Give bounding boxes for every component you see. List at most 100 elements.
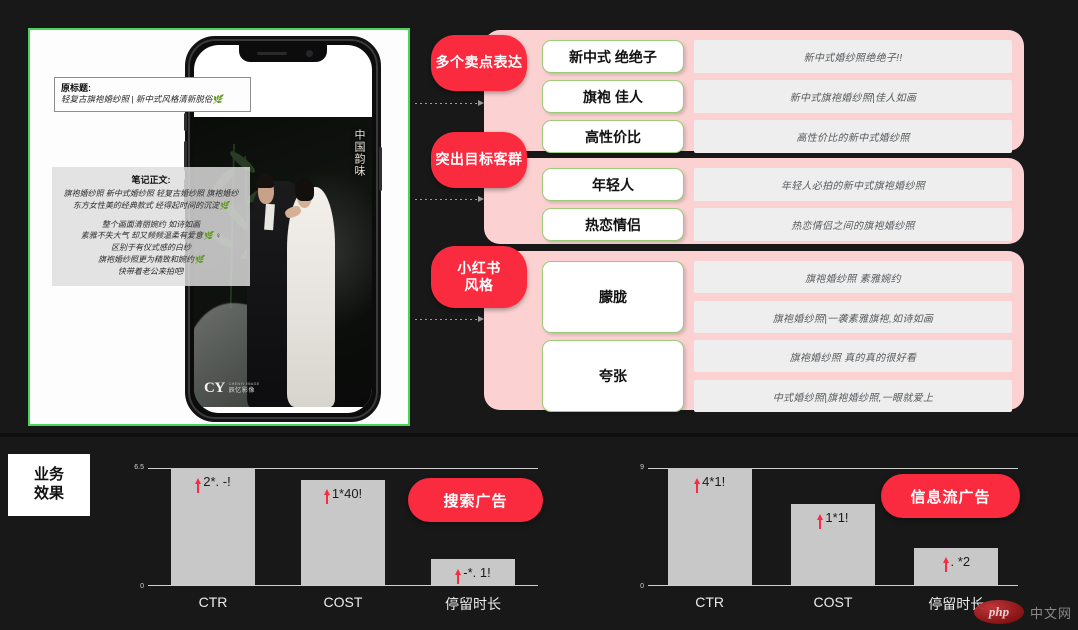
original-title-value: 轻复古旗袍婚纱照 | 新中式风格清新脱俗🌿 xyxy=(61,94,224,105)
bar-dwell-time: -*. 1! xyxy=(431,559,515,585)
badge-line-2: 效果 xyxy=(33,485,64,502)
note-body-line: 素雅不失大气 却又频频温柔有爱意🌿 ♀ xyxy=(80,231,222,241)
pill-target-audience: 突出目标客群 xyxy=(431,132,527,188)
group-key-label: 年轻人 xyxy=(542,168,684,201)
watermark-text: 中文网 xyxy=(1029,605,1072,621)
group-row: 朦胧 旗袍婚纱照 素雅婉约 旗袍婚纱照|一袭素雅旗袍,如诗如画 xyxy=(542,261,1012,333)
x-label-cost: COST xyxy=(323,594,363,610)
bar-value-label: 2*. -! xyxy=(195,474,231,493)
groom-hair xyxy=(256,173,275,189)
copy-variant[interactable]: 年轻人必拍的新中式旗袍婚纱照 xyxy=(694,168,1012,201)
business-results-section: 业务 效果 6.5 0 2*. -! 1*40! -*. 1! CTR COST… xyxy=(0,440,1078,630)
php-logo-icon: php xyxy=(973,600,1024,624)
bar-ctr: 4*1! xyxy=(667,468,752,585)
y-axis-max-tick: 6.5 xyxy=(134,464,144,471)
bar-cost: 1*1! xyxy=(790,504,875,585)
bar-slot: 1*40! xyxy=(278,468,408,585)
photo-vertical-caption: 中国韵味 xyxy=(353,129,365,177)
copy-variant[interactable]: 高性价比的新中式婚纱照 xyxy=(694,120,1012,153)
connector-arrow-icon xyxy=(478,99,484,106)
connector-line-target-audience xyxy=(415,199,481,200)
note-body-line: 东方女性美的经典款式 经得起时间的沉淀🌿 xyxy=(72,200,230,210)
phone-power-button xyxy=(379,147,382,191)
watermark: php 中文网 xyxy=(973,600,1072,624)
x-label-ctr: CTR xyxy=(695,594,725,610)
chart-feed-ads: 9 0 4*1! 1*1! . *2 CTR COST 停留时长 信息流广告 xyxy=(618,452,1020,620)
up-arrow-icon xyxy=(455,568,462,584)
group-row: 年轻人 年轻人必拍的新中式旗袍婚纱照 xyxy=(542,168,1012,201)
infographic-canvas: 中国韵味 CY CHENYI IMAGE 辰忆影像 原标题: 轻复古旗袍婚纱照 … xyxy=(0,0,1078,630)
original-title-callout: 原标题: 轻复古旗袍婚纱照 | 新中式风格清新脱俗🌿 xyxy=(54,77,251,112)
note-body-line: 区别于有仪式感的白纱 xyxy=(111,243,191,253)
business-results-badge: 业务 效果 xyxy=(8,454,90,516)
up-arrow-icon xyxy=(195,477,202,493)
x-label-cost: COST xyxy=(813,594,853,610)
note-body-line: 快带着老公来拍吧! xyxy=(117,266,185,276)
copy-variant[interactable]: 旗袍婚纱照 素雅婉约 xyxy=(694,261,1012,293)
pill-xhs-style-line1: 小红书 xyxy=(457,259,501,276)
note-body-label: 笔记正文: xyxy=(131,175,171,185)
phone-mute-button xyxy=(184,113,187,131)
group-row: 热恋情侣 热恋情侣之间的旗袍婚纱照 xyxy=(542,208,1012,241)
bar-value-label: 1*1! xyxy=(817,510,849,529)
group-row: 高性价比 高性价比的新中式婚纱照 xyxy=(542,120,1012,153)
y-axis-min-tick: 0 xyxy=(640,583,644,590)
studio-logo-mark: CY xyxy=(204,380,225,396)
x-label-ctr: CTR xyxy=(198,594,228,610)
original-title-label: 原标题: xyxy=(61,83,91,93)
group-key-label: 夸张 xyxy=(542,340,684,412)
copy-variant[interactable]: 新中式旗袍婚纱照|佳人如画 xyxy=(694,80,1012,113)
note-body-spacer xyxy=(58,212,244,219)
bar-slot: 2*. -! xyxy=(148,468,278,585)
group-key-label: 高性价比 xyxy=(542,120,684,153)
bar-value-label: 1*40! xyxy=(323,486,362,505)
copy-variant[interactable]: 中式婚纱照|旗袍婚纱照,一眼就爱上 xyxy=(694,380,1012,412)
group-selling-points: 新中式 绝绝子 新中式婚纱照绝绝子!! 旗袍 佳人 新中式旗袍婚纱照|佳人如画 … xyxy=(484,30,1024,153)
chart-x-labels: CTR COST 停留时长 xyxy=(648,594,1018,614)
bar-slot: 4*1! xyxy=(648,468,771,585)
pill-selling-points: 多个卖点表达 xyxy=(431,35,527,91)
group-target-audience: 年轻人 年轻人必拍的新中式旗袍婚纱照 热恋情侣 热恋情侣之间的旗袍婚纱照 xyxy=(484,158,1024,244)
connector-arrow-icon xyxy=(478,315,484,322)
group-row: 夸张 旗袍婚纱照 真的真的很好看 中式婚纱照|旗袍婚纱照,一眼就爱上 xyxy=(542,340,1012,412)
pill-xhs-style: 小红书 风格 xyxy=(431,246,527,308)
chart-baseline xyxy=(148,585,538,586)
tag-feed-ads: 信息流广告 xyxy=(881,474,1020,518)
tag-search-ads: 搜索广告 xyxy=(408,478,543,522)
note-body-line: 旗袍婚纱照更为精致和婉约🌿 xyxy=(98,255,204,265)
front-camera-icon xyxy=(306,50,313,57)
y-axis-min-tick: 0 xyxy=(140,583,144,590)
bar-cost: 1*40! xyxy=(301,479,385,585)
note-body-line: 旗袍婚纱照 新中式婚纱照 轻复古婚纱照 旗袍婚纱 xyxy=(63,189,239,198)
group-key-label: 旗袍 佳人 xyxy=(542,80,684,113)
pill-xhs-style-line2: 风格 xyxy=(464,277,494,293)
note-body-callout: 笔记正文: 旗袍婚纱照 新中式婚纱照 轻复古婚纱照 旗袍婚纱 东方女性美的经典款… xyxy=(52,167,250,286)
chart-x-labels: CTR COST 停留时长 xyxy=(148,594,538,614)
group-key-label: 新中式 绝绝子 xyxy=(542,40,684,73)
chart-search-ads: 6.5 0 2*. -! 1*40! -*. 1! CTR COST 停留时长 … xyxy=(118,452,543,620)
group-key-label: 朦胧 xyxy=(542,261,684,333)
copy-variant[interactable]: 旗袍婚纱照|一袭素雅旗袍,如诗如画 xyxy=(694,301,1012,333)
copy-variant[interactable]: 旗袍婚纱照 真的真的很好看 xyxy=(694,340,1012,372)
speaker-icon xyxy=(257,52,287,55)
bride-hair xyxy=(294,177,315,202)
studio-logo: CY CHENYI IMAGE 辰忆影像 xyxy=(204,380,260,397)
bar-dwell-time: . *2 xyxy=(914,547,999,585)
studio-logo-cn: 辰忆影像 xyxy=(228,387,256,394)
copy-variant[interactable]: 新中式婚纱照绝绝子!! xyxy=(694,40,1012,73)
phone-mockup-panel: 中国韵味 CY CHENYI IMAGE 辰忆影像 原标题: 轻复古旗袍婚纱照 … xyxy=(28,28,410,426)
group-xhs-style: 朦胧 旗袍婚纱照 素雅婉约 旗袍婚纱照|一袭素雅旗袍,如诗如画 夸张 旗袍婚纱照… xyxy=(484,251,1024,412)
connector-line-xhs-style xyxy=(415,319,481,320)
bar-value-label: . *2 xyxy=(942,554,970,573)
bar-slot: 1*1! xyxy=(771,468,894,585)
group-row: 旗袍 佳人 新中式旗袍婚纱照|佳人如画 xyxy=(542,80,1012,113)
x-label-dwell: 停留时长 xyxy=(445,596,501,612)
connector-arrow-icon xyxy=(478,195,484,202)
up-arrow-icon xyxy=(942,557,949,573)
bar-value-label: -*. 1! xyxy=(455,565,491,584)
copy-variant[interactable]: 热恋情侣之间的旗袍婚纱照 xyxy=(694,208,1012,241)
group-key-label: 热恋情侣 xyxy=(542,208,684,241)
badge-line-1: 业务 xyxy=(33,466,64,484)
bride-figure xyxy=(286,186,335,407)
studio-logo-en: CHENYI IMAGE xyxy=(228,382,260,387)
